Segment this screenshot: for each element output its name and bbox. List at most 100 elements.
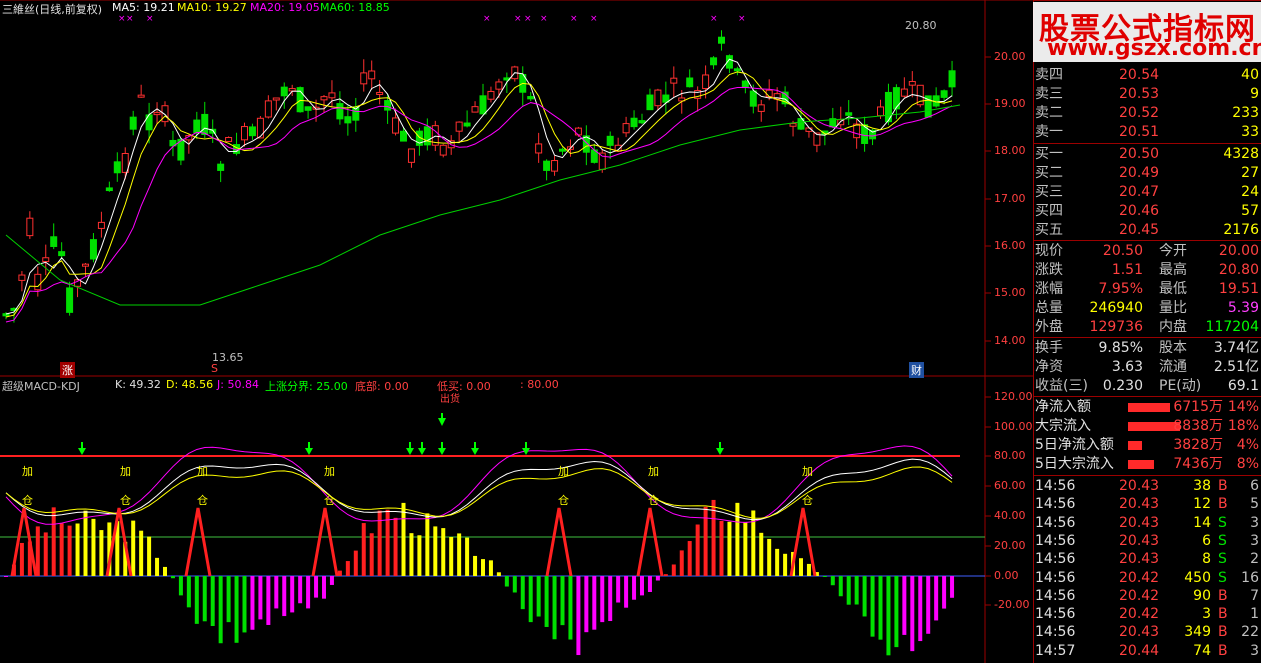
candle-body: [471, 106, 479, 113]
quote-label: 涨幅: [1035, 281, 1063, 297]
bid-row[interactable]: 买四 20.46 57: [1033, 202, 1261, 221]
candlestick-series: [2, 30, 956, 323]
ma5-label: MA5: 19.21: [112, 1, 175, 14]
price-axis-label: 14.00: [994, 334, 1026, 347]
bid-label: 买五: [1035, 222, 1063, 238]
macd-histogram-bar: [186, 576, 191, 608]
candle-body: [328, 92, 336, 99]
ask-row[interactable]: 卖三 20.53 9: [1033, 85, 1261, 104]
candle-body: [686, 77, 694, 88]
macd-histogram-bar: [91, 518, 96, 576]
signal-x-mark: ×: [524, 14, 532, 24]
money-flow-row: 5日大宗流入 7436万 8%: [1033, 455, 1261, 474]
bid-row[interactable]: 买一 20.50 4328: [1033, 145, 1261, 164]
signal-x-mark: ×: [146, 14, 154, 24]
bid-label: 买二: [1035, 165, 1063, 181]
bid-volume: 4328: [1223, 146, 1259, 162]
macd-histogram-bar: [290, 576, 295, 613]
tick-side: B: [1218, 587, 1228, 604]
tick-volume: 3: [1202, 606, 1211, 623]
candle-body: [161, 105, 169, 123]
cai-marker[interactable]: 财: [909, 362, 924, 378]
macd-histogram-bar: [314, 576, 319, 598]
flow-label: 大宗流入: [1035, 418, 1091, 434]
indicator-name[interactable]: 超级MACD-KDJ: [2, 378, 80, 394]
macd-histogram-bar: [910, 576, 915, 652]
add-position-label: 加: [22, 465, 33, 478]
candle-body: [900, 88, 908, 97]
ask-row[interactable]: 卖二 20.52 233: [1033, 104, 1261, 123]
candle-body: [288, 88, 296, 92]
candle-body: [272, 97, 280, 101]
price-axis-label: 19.00: [994, 97, 1026, 110]
macd-histogram-bar: [711, 499, 716, 576]
indicator-axis-label: 0.00: [994, 569, 1019, 582]
macd-histogram-bar: [194, 576, 199, 624]
tick-side: B: [1218, 642, 1228, 659]
upper-boundary-value: 上涨分界: 25.00: [265, 380, 348, 393]
fund-label: 股本: [1159, 340, 1187, 356]
buy-signal-peak: [545, 507, 573, 577]
chart-area[interactable]: × × × × × × × × × × ×: [0, 0, 1033, 663]
ask-row[interactable]: 卖四 20.54 40: [1033, 66, 1261, 85]
position-label: 仓: [120, 494, 131, 507]
macd-histogram-bar: [536, 576, 541, 617]
macd-histogram-bar: [329, 576, 334, 585]
macd-histogram-bar: [624, 576, 629, 608]
zhang-marker[interactable]: 涨: [60, 362, 75, 378]
quote-label: 量比: [1159, 300, 1187, 316]
bid-price: 20.47: [1119, 184, 1160, 200]
candle-body: [741, 80, 749, 89]
macd-histogram-bar: [846, 576, 851, 605]
tick-side: B: [1218, 496, 1228, 513]
candle-body: [256, 117, 264, 139]
bid-volume: 57: [1241, 203, 1259, 219]
fund-value: 3.63: [1111, 359, 1143, 375]
ask-row[interactable]: 卖一 20.51 33: [1033, 123, 1261, 142]
fund-label: 收益(三): [1035, 378, 1088, 394]
ma10-line: [5, 71, 953, 318]
bid-volume: 24: [1241, 184, 1259, 200]
macd-histogram-bar: [210, 576, 215, 626]
tick-row: 14:56 20.43 8 S 2: [1033, 550, 1261, 568]
macd-histogram-bar: [441, 528, 446, 576]
macd-histogram-bar: [361, 523, 366, 576]
macd-histogram-bar: [512, 576, 517, 593]
ask-price: 20.53: [1119, 86, 1160, 102]
signal-x-mark: ×: [710, 14, 718, 24]
candle-body: [479, 95, 487, 115]
macd-histogram-bar: [528, 576, 533, 623]
candle-body: [320, 96, 328, 101]
bid-row[interactable]: 买五 20.45 2176: [1033, 221, 1261, 240]
quote-value: 1.51: [1111, 262, 1143, 278]
bid-price: 20.50: [1119, 146, 1160, 162]
quote-value: 246940: [1089, 300, 1143, 316]
macd-histogram-bar: [147, 536, 152, 576]
signal-x-mark: ×: [126, 14, 134, 24]
candle-body: [749, 90, 757, 107]
macd-histogram-bar: [83, 510, 88, 576]
macd-histogram-bar: [687, 541, 692, 576]
tick-row: 14:56 20.43 6 S 3: [1033, 532, 1261, 550]
macd-histogram-bar: [242, 576, 247, 633]
macd-histogram-bar: [560, 576, 565, 626]
fund-value: 0.230: [1102, 378, 1143, 394]
bid-row[interactable]: 买三 20.47 24: [1033, 183, 1261, 202]
bid-row[interactable]: 买二 20.49 27: [1033, 164, 1261, 183]
candle-body: [129, 116, 137, 130]
candle-body: [622, 123, 630, 134]
macd-histogram-bar: [51, 507, 56, 576]
tick-count: 3: [1250, 642, 1259, 659]
macd-histogram-bar: [616, 576, 621, 603]
tick-row: 14:56 20.42 450 S 16: [1033, 569, 1261, 587]
candle-body: [82, 263, 89, 267]
quote-value: 20.80: [1218, 262, 1259, 278]
tick-time: 14:57: [1035, 642, 1076, 659]
candle-body: [280, 86, 288, 97]
signal-x-mark: ×: [738, 14, 746, 24]
flow-value: 3828万: [1173, 437, 1223, 453]
s-marker[interactable]: S: [211, 362, 218, 375]
flow-label: 5日净流入额: [1035, 437, 1114, 453]
quote-value: 20.00: [1218, 243, 1259, 259]
macd-histogram-bar: [35, 526, 40, 576]
